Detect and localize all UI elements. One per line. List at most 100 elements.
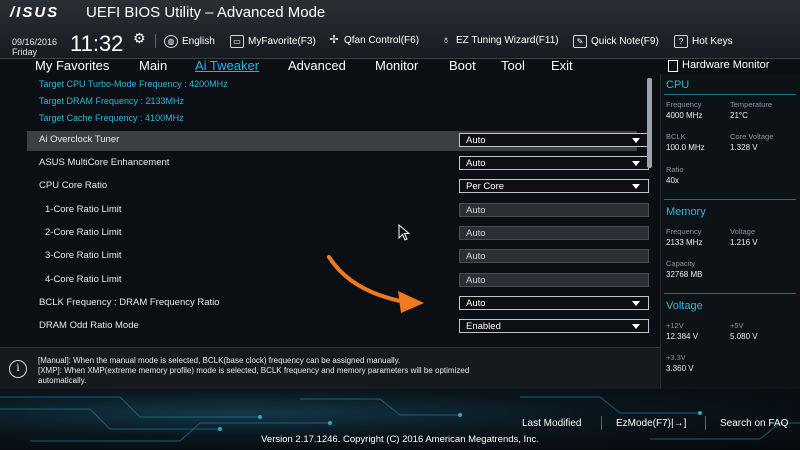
setting-label: 2-Core Ratio Limit: [45, 227, 122, 238]
myfavorite-label: MyFavorite(F3): [248, 36, 316, 47]
gear-icon[interactable]: ⚙: [133, 30, 146, 47]
footer-divider: [601, 416, 602, 430]
qfan-control-label: Qfan Control(F6): [344, 35, 420, 46]
setting-dram-odd-ratio-mode[interactable]: DRAM Odd Ratio Mode Enabled: [27, 317, 649, 337]
setting-bclk-dram-ratio[interactable]: BCLK Frequency : DRAM Frequency Ratio Au…: [27, 294, 649, 314]
dropdown-value: Auto: [466, 298, 486, 309]
v5-label: +5V: [730, 321, 744, 330]
tab-monitor[interactable]: Monitor: [375, 58, 418, 73]
setting-label: ASUS MultiCore Enhancement: [39, 157, 170, 168]
dram-odd-ratio-mode-dropdown[interactable]: Enabled: [459, 319, 649, 333]
day-text: Friday: [12, 47, 38, 57]
quick-note-label: Quick Note(F9): [591, 36, 659, 47]
setting-cpu-core-ratio[interactable]: CPU Core Ratio Per Core: [27, 177, 649, 197]
app-title: UEFI BIOS Utility – Advanced Mode: [86, 4, 326, 21]
v12-value: 12.384 V: [666, 332, 699, 341]
dropdown-value: Auto: [466, 158, 486, 169]
chevron-down-icon: [632, 138, 640, 143]
help-icon: ?: [674, 35, 688, 48]
myfavorite-button[interactable]: ▭ MyFavorite(F3): [230, 35, 316, 48]
tab-boot[interactable]: Boot: [449, 58, 476, 73]
fan-icon: ✢: [329, 34, 339, 46]
setting-multicore-enhancement[interactable]: ASUS MultiCore Enhancement Auto: [27, 154, 649, 174]
clock-display: 11:32: [70, 31, 124, 56]
chevron-down-icon: [632, 184, 640, 189]
help-line: automatically.: [38, 376, 87, 385]
setting-1-core-ratio-limit[interactable]: 1-Core Ratio Limit Auto: [27, 201, 649, 221]
help-line: [XMP]: When XMP(extreme memory profile) …: [38, 366, 470, 375]
v5-value: 5.080 V: [730, 332, 758, 341]
v12-label: +12V: [666, 321, 684, 330]
info-icon: i: [9, 360, 27, 378]
hot-keys-button[interactable]: ? Hot Keys: [674, 35, 733, 48]
ai-overclock-tuner-dropdown[interactable]: Auto: [459, 133, 649, 147]
bclk-label: BCLK: [666, 132, 686, 141]
v33-value: 3.360 V: [666, 364, 694, 373]
setting-label: 4-Core Ratio Limit: [45, 274, 122, 285]
hot-keys-label: Hot Keys: [692, 36, 733, 47]
cpu-temperature-value: 21°C: [730, 111, 748, 120]
chevron-down-icon: [632, 161, 640, 166]
hardware-monitor-title: Hardware Monitor: [682, 59, 770, 71]
setting-label: 3-Core Ratio Limit: [45, 250, 122, 261]
date-text: 09/16/2016: [12, 37, 58, 47]
chevron-down-icon: [632, 301, 640, 306]
tab-ai-tweaker[interactable]: Ai Tweaker: [195, 58, 259, 73]
favorite-icon: ▭: [230, 35, 244, 48]
target-cpu-turbo-frequency: Target CPU Turbo-Mode Frequency : 4200MH…: [39, 79, 228, 89]
language-button[interactable]: ◍ English: [164, 35, 215, 48]
setting-label: 1-Core Ratio Limit: [45, 204, 122, 215]
version-copyright: Version 2.17.1246. Copyright (C) 2016 Am…: [261, 434, 539, 445]
tab-tool[interactable]: Tool: [501, 58, 525, 73]
scrollbar-thumb[interactable]: [647, 78, 652, 168]
asus-logo: /ISUS: [10, 4, 60, 21]
3-core-ratio-limit-field[interactable]: Auto: [459, 249, 649, 263]
v33-label: +3.3V: [666, 353, 686, 362]
cpu-frequency-value: 4000 MHz: [666, 111, 703, 120]
setting-label: BCLK Frequency : DRAM Frequency Ratio: [39, 297, 220, 308]
memory-capacity-label: Capacity: [666, 259, 696, 268]
target-cache-frequency: Target Cache Frequency : 4100MHz: [39, 113, 184, 123]
chevron-down-icon: [632, 324, 640, 329]
cpu-temperature-label: Temperature: [730, 100, 773, 109]
memory-capacity-value: 32768 MB: [666, 270, 703, 279]
note-icon: ✎: [573, 35, 587, 48]
memory-heading: Memory: [666, 206, 706, 218]
memory-voltage-label: Voltage: [730, 227, 756, 236]
setting-4-core-ratio-limit[interactable]: 4-Core Ratio Limit Auto: [27, 271, 649, 291]
footer-divider: [705, 416, 706, 430]
setting-label: DRAM Odd Ratio Mode: [39, 320, 139, 331]
monitor-icon: [668, 60, 678, 72]
last-modified-button[interactable]: Last Modified: [522, 418, 581, 429]
tab-advanced[interactable]: Advanced: [288, 58, 346, 73]
language-label: English: [182, 36, 215, 47]
setting-2-core-ratio-limit[interactable]: 2-Core Ratio Limit Auto: [27, 224, 649, 244]
target-dram-frequency: Target DRAM Frequency : 2133MHz: [39, 96, 185, 106]
setting-3-core-ratio-limit[interactable]: 3-Core Ratio Limit Auto: [27, 247, 649, 267]
section-divider: [664, 94, 796, 95]
4-core-ratio-limit-field[interactable]: Auto: [459, 273, 649, 287]
2-core-ratio-limit-field[interactable]: Auto: [459, 226, 649, 240]
bclk-dram-ratio-dropdown[interactable]: Auto: [459, 296, 649, 310]
core-voltage-label: Core Voltage: [730, 132, 774, 141]
date-display: 09/16/2016 Friday: [12, 37, 57, 57]
qfan-control-button[interactable]: ✢ Qfan Control(F6): [328, 34, 420, 47]
memory-frequency-value: 2133 MHz: [666, 238, 703, 247]
help-text: [Manual]: When the manual mode is select…: [38, 356, 598, 386]
1-core-ratio-limit-field[interactable]: Auto: [459, 203, 649, 217]
tab-main[interactable]: Main: [139, 58, 167, 73]
cpu-frequency-label: Frequency: [666, 100, 702, 109]
memory-voltage-value: 1.216 V: [730, 238, 758, 247]
quick-note-button[interactable]: ✎ Quick Note(F9): [573, 35, 659, 48]
search-faq-button[interactable]: Search on FAQ: [720, 418, 788, 429]
tab-exit[interactable]: Exit: [551, 58, 573, 73]
multicore-enhancement-dropdown[interactable]: Auto: [459, 156, 649, 170]
ezmode-button[interactable]: EzMode(F7)|→]: [616, 418, 686, 429]
setting-label: CPU Core Ratio: [39, 180, 108, 191]
ez-tuning-wizard-label: EZ Tuning Wizard(F11): [456, 35, 559, 46]
cpu-heading: CPU: [666, 79, 690, 91]
ez-tuning-wizard-button[interactable]: ♁ EZ Tuning Wizard(F11): [440, 35, 559, 47]
setting-ai-overclock-tuner[interactable]: Ai Overclock Tuner Auto: [27, 131, 649, 151]
tab-my-favorites[interactable]: My Favorites: [35, 58, 109, 73]
cpu-core-ratio-dropdown[interactable]: Per Core: [459, 179, 649, 193]
